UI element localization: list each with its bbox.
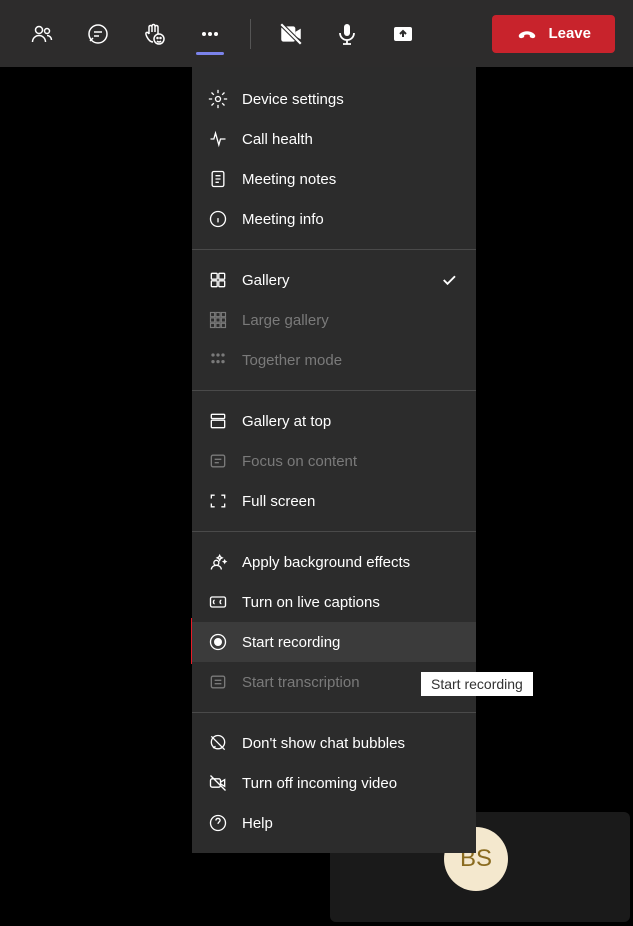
transcription-icon xyxy=(208,672,228,692)
menu-live-captions[interactable]: Turn on live captions xyxy=(192,582,476,622)
menu-chat-bubbles[interactable]: Don't show chat bubbles xyxy=(192,723,476,763)
mic-icon xyxy=(335,22,359,46)
tooltip: Start recording xyxy=(421,672,533,696)
more-options-button[interactable] xyxy=(186,10,234,58)
camera-off-icon xyxy=(278,21,304,47)
menu-divider xyxy=(192,249,476,250)
chat-bubbles-off-icon xyxy=(208,733,228,753)
gear-icon xyxy=(208,89,228,109)
menu-divider xyxy=(192,712,476,713)
info-icon xyxy=(208,209,228,229)
more-options-menu: Device settings Call health Meeting note… xyxy=(192,67,476,853)
menu-call-health[interactable]: Call health xyxy=(192,119,476,159)
more-icon xyxy=(198,22,222,46)
menu-background-effects[interactable]: Apply background effects xyxy=(192,542,476,582)
menu-start-recording[interactable]: Start recording xyxy=(192,622,476,662)
record-icon xyxy=(208,632,228,652)
menu-device-settings[interactable]: Device settings xyxy=(192,79,476,119)
menu-divider xyxy=(192,390,476,391)
menu-focus-on-content: Focus on content xyxy=(192,441,476,481)
reactions-button[interactable] xyxy=(130,10,178,58)
share-screen-icon xyxy=(391,22,415,46)
menu-together-mode: Together mode xyxy=(192,340,476,380)
mic-button[interactable] xyxy=(323,10,371,58)
fullscreen-icon xyxy=(208,491,228,511)
people-icon xyxy=(30,22,54,46)
gallery-icon xyxy=(208,270,228,290)
menu-help[interactable]: Help xyxy=(192,803,476,843)
meeting-content: Device settings Call health Meeting note… xyxy=(0,67,633,926)
camera-button[interactable] xyxy=(267,10,315,58)
menu-meeting-info[interactable]: Meeting info xyxy=(192,199,476,239)
active-indicator xyxy=(196,52,224,55)
menu-incoming-video[interactable]: Turn off incoming video xyxy=(192,763,476,803)
gallery-top-icon xyxy=(208,411,228,431)
share-button[interactable] xyxy=(379,10,427,58)
menu-meeting-notes[interactable]: Meeting notes xyxy=(192,159,476,199)
people-button[interactable] xyxy=(18,10,66,58)
chat-button[interactable] xyxy=(74,10,122,58)
focus-content-icon xyxy=(208,451,228,471)
bg-effects-icon xyxy=(208,552,228,572)
toolbar-divider xyxy=(250,19,251,49)
hangup-icon xyxy=(516,23,538,45)
menu-gallery[interactable]: Gallery xyxy=(192,260,476,300)
together-mode-icon xyxy=(208,350,228,370)
help-icon xyxy=(208,813,228,833)
video-off-icon xyxy=(208,773,228,793)
menu-large-gallery: Large gallery xyxy=(192,300,476,340)
leave-button[interactable]: Leave xyxy=(492,15,615,53)
check-icon xyxy=(440,271,458,289)
meeting-toolbar: Leave xyxy=(0,0,633,67)
hand-smiley-icon xyxy=(142,22,166,46)
notes-icon xyxy=(208,169,228,189)
chat-icon xyxy=(86,22,110,46)
health-icon xyxy=(208,129,228,149)
leave-label: Leave xyxy=(548,25,591,42)
captions-icon xyxy=(208,592,228,612)
menu-gallery-at-top[interactable]: Gallery at top xyxy=(192,401,476,441)
large-gallery-icon xyxy=(208,310,228,330)
menu-full-screen[interactable]: Full screen xyxy=(192,481,476,521)
menu-divider xyxy=(192,531,476,532)
